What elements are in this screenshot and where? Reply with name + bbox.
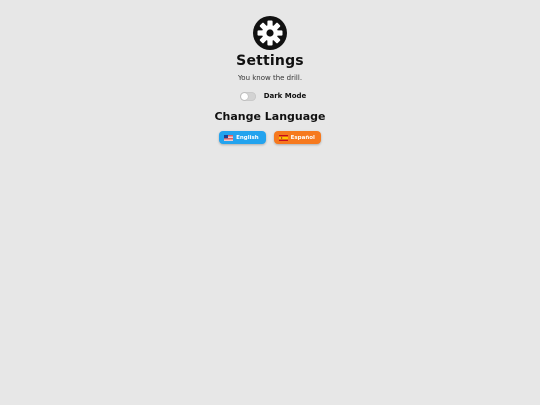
english-button-label: English bbox=[236, 134, 259, 141]
dark-mode-toggle[interactable] bbox=[239, 92, 256, 101]
settings-page: Settings You know the drill. Dark Mode C… bbox=[0, 0, 540, 405]
page-subtitle: You know the drill. bbox=[237, 74, 303, 82]
change-language-heading: Change Language bbox=[214, 110, 326, 123]
espanol-button-label: Español bbox=[290, 134, 315, 141]
settings-panel: Settings You know the drill. Dark Mode C… bbox=[0, 16, 540, 144]
language-buttons: English Español bbox=[219, 131, 321, 144]
espanol-button[interactable]: Español bbox=[273, 131, 321, 144]
dark-mode-row: Dark Mode bbox=[239, 92, 307, 101]
spain-flag-icon bbox=[278, 134, 288, 141]
us-flag-icon bbox=[224, 134, 234, 141]
toggle-knob bbox=[240, 93, 248, 100]
english-button[interactable]: English bbox=[219, 131, 266, 144]
gear-icon bbox=[253, 16, 287, 50]
dark-mode-label: Dark Mode bbox=[263, 92, 307, 100]
page-title: Settings bbox=[236, 53, 304, 69]
